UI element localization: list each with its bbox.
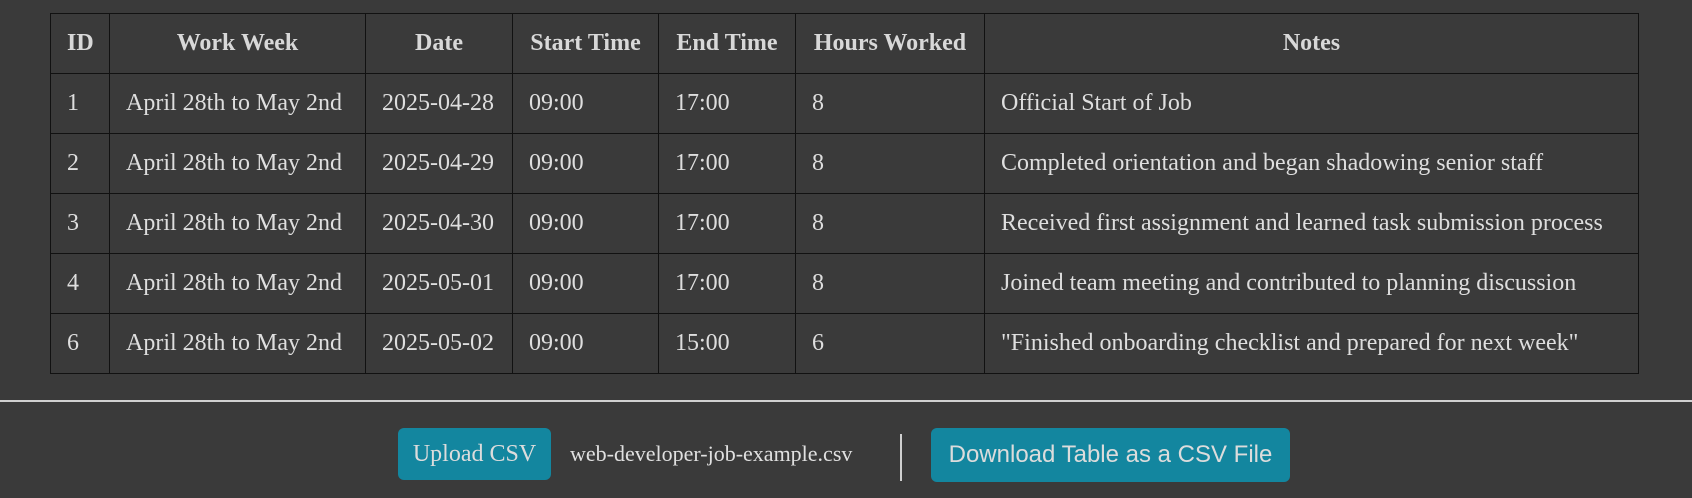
cell-hours-worked: 6 (795, 313, 985, 374)
table-row: 6 April 28th to May 2nd 2025-05-02 09:00… (50, 313, 1639, 374)
cell-work-week: April 28th to May 2nd (109, 73, 366, 134)
vertical-separator (900, 434, 902, 481)
table-row: 2 April 28th to May 2nd 2025-04-29 09:00… (50, 133, 1639, 194)
horizontal-divider (0, 400, 1692, 402)
cell-end-time: 17:00 (658, 133, 796, 194)
cell-start-time: 09:00 (512, 193, 659, 254)
csv-controls-bar: Upload CSV web-developer-job-example.csv… (0, 428, 1692, 482)
work-log-table-container: ID Work Week Date Start Time End Time Ho… (50, 13, 1639, 374)
column-header-end-time[interactable]: End Time (658, 13, 796, 74)
cell-end-time: 17:00 (658, 253, 796, 314)
column-header-notes[interactable]: Notes (984, 13, 1639, 74)
cell-end-time: 17:00 (658, 193, 796, 254)
cell-notes: Joined team meeting and contributed to p… (984, 253, 1639, 314)
cell-notes: Received first assignment and learned ta… (984, 193, 1639, 254)
cell-start-time: 09:00 (512, 253, 659, 314)
work-log-table: ID Work Week Date Start Time End Time Ho… (50, 13, 1639, 374)
cell-notes: Completed orientation and began shadowin… (984, 133, 1639, 194)
cell-hours-worked: 8 (795, 73, 985, 134)
cell-hours-worked: 8 (795, 133, 985, 194)
selected-file-name: web-developer-job-example.csv (570, 441, 853, 466)
cell-date: 2025-04-28 (365, 73, 513, 134)
cell-date: 2025-04-29 (365, 133, 513, 194)
upload-csv-button[interactable]: Upload CSV (398, 428, 551, 480)
page: ID Work Week Date Start Time End Time Ho… (0, 0, 1692, 498)
cell-start-time: 09:00 (512, 73, 659, 134)
column-header-date[interactable]: Date (365, 13, 513, 74)
column-header-hours-worked[interactable]: Hours Worked (795, 13, 985, 74)
table-row: 1 April 28th to May 2nd 2025-04-28 09:00… (50, 73, 1639, 134)
cell-notes: Official Start of Job (984, 73, 1639, 134)
table-row: 4 April 28th to May 2nd 2025-05-01 09:00… (50, 253, 1639, 314)
cell-work-week: April 28th to May 2nd (109, 253, 366, 314)
cell-id: 6 (50, 313, 110, 374)
cell-start-time: 09:00 (512, 313, 659, 374)
cell-id: 3 (50, 193, 110, 254)
table-row: 3 April 28th to May 2nd 2025-04-30 09:00… (50, 193, 1639, 254)
cell-work-week: April 28th to May 2nd (109, 133, 366, 194)
column-header-start-time[interactable]: Start Time (512, 13, 659, 74)
cell-id: 2 (50, 133, 110, 194)
download-csv-button[interactable]: Download Table as a CSV File (931, 428, 1290, 482)
cell-work-week: April 28th to May 2nd (109, 313, 366, 374)
cell-date: 2025-04-30 (365, 193, 513, 254)
cell-date: 2025-05-01 (365, 253, 513, 314)
cell-hours-worked: 8 (795, 253, 985, 314)
table-header-row: ID Work Week Date Start Time End Time Ho… (50, 13, 1639, 74)
cell-hours-worked: 8 (795, 193, 985, 254)
column-header-work-week[interactable]: Work Week (109, 13, 366, 74)
cell-id: 4 (50, 253, 110, 314)
cell-date: 2025-05-02 (365, 313, 513, 374)
cell-end-time: 17:00 (658, 73, 796, 134)
cell-notes: "Finished onboarding checklist and prepa… (984, 313, 1639, 374)
cell-start-time: 09:00 (512, 133, 659, 194)
cell-id: 1 (50, 73, 110, 134)
cell-work-week: April 28th to May 2nd (109, 193, 366, 254)
column-header-id[interactable]: ID (50, 13, 110, 74)
cell-end-time: 15:00 (658, 313, 796, 374)
